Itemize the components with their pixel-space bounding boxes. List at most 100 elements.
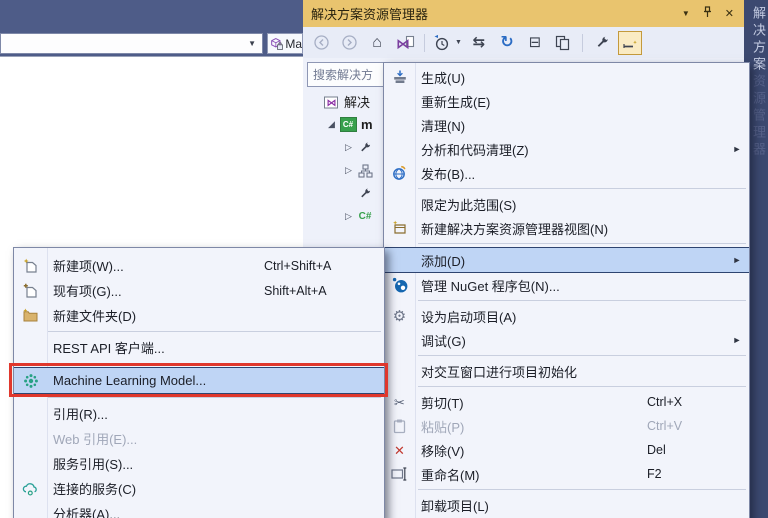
menu-item-cut[interactable]: ✂ 剪切(T) Ctrl+X: [384, 390, 749, 414]
menu-item-rename[interactable]: 重命名(M) F2: [384, 462, 749, 486]
menu-item-label: 设为启动项目(A): [421, 309, 517, 325]
menu-item-connected-service[interactable]: 连接的服务(C): [14, 476, 384, 501]
menu-item-label: 分析器(A)...: [53, 507, 121, 518]
chevron-down-icon: ▼: [455, 39, 462, 46]
menu-item-web-reference: Web 引用(E)...: [14, 426, 384, 451]
auto-hide-pin-button[interactable]: [702, 6, 713, 21]
menu-item-shortcut: Ctrl+V: [647, 419, 683, 433]
menu-item-initialize-project-in-interactive-window[interactable]: 对交互窗口进行项目初始化: [384, 359, 749, 383]
menu-separator: [418, 489, 746, 490]
menu-item-icon: ✂: [384, 396, 415, 409]
menu-item-label: Web 引用(E)...: [53, 432, 138, 447]
home-icon: ⌂: [372, 33, 382, 51]
menu-item-label: 对交互窗口进行项目初始化: [421, 364, 578, 380]
tree-item-label: m: [361, 117, 373, 132]
toolbar-collapse-all-button[interactable]: ⊟: [523, 31, 547, 55]
menu-item-service-reference[interactable]: 服务引用(S)...: [14, 451, 384, 476]
menu-item-icon: ✕: [384, 444, 415, 457]
menu-separator: [418, 300, 746, 301]
menu-item-analyzer[interactable]: 分析器(A)...: [14, 501, 384, 518]
menu-item-label: 新建项(W)...: [53, 259, 124, 274]
menu-item-paste: 粘贴(P) Ctrl+V: [384, 414, 749, 438]
menu-separator: [48, 397, 381, 398]
refresh-icon: ↻: [500, 33, 514, 51]
toolbar-back-button[interactable]: [309, 31, 333, 55]
menu-item-publish[interactable]: 发布(B)...: [384, 161, 749, 185]
menu-item-reference[interactable]: 引用(R)...: [14, 401, 384, 426]
toolbar-show-all-files-button[interactable]: [551, 31, 575, 55]
menu-item-new-solution-explorer-view[interactable]: 新建解决方案资源管理器视图(N): [384, 216, 749, 240]
toolbar-sync-with-active-document-button[interactable]: ⇆: [467, 31, 491, 55]
menu-item-icon: [384, 467, 415, 481]
close-button[interactable]: ✕: [725, 7, 734, 20]
menu-item-rebuild[interactable]: 重新生成(E): [384, 89, 749, 113]
menu-item-manage-nuget-packages[interactable]: 管理 NuGet 程序包(N)...: [384, 273, 749, 297]
toolbar-separator: [581, 33, 583, 52]
menu-item-rest-api-client[interactable]: REST API 客户端...: [14, 335, 384, 360]
toolbar-combobox[interactable]: ▼: [0, 33, 263, 54]
tree-item-icon: ⋈: [322, 95, 340, 109]
menu-item-scope-to-this[interactable]: 限定为此范围(S): [384, 192, 749, 216]
toolbar-switch-views-button[interactable]: ⋈: [393, 31, 417, 55]
menu-item-analyze-code-cleanup[interactable]: 分析和代码清理(Z) ►: [384, 137, 749, 161]
csharp-file-icon: C#: [358, 210, 372, 222]
menu-item-debug[interactable]: 调试(G) ►: [384, 328, 749, 352]
sync-icon: ⇆: [472, 34, 486, 51]
csharp-project-icon: C#: [339, 117, 357, 132]
solution-explorer-toolbar: ⌂ ⋈ ▼ ⇆ ↻ ⊟: [303, 27, 744, 58]
toolbar-home-button[interactable]: ⌂: [365, 31, 389, 55]
toolbar-preview-selected-items-button[interactable]: [617, 30, 642, 55]
tree-item-icon: C#: [356, 210, 374, 222]
toolbar-pending-changes-filter-button[interactable]: ▼: [432, 31, 463, 55]
menu-item-icon: [14, 482, 47, 496]
wrench-icon: [597, 36, 608, 47]
expander-collapsed-icon[interactable]: ▷: [341, 142, 356, 153]
toolbar-separator: [424, 33, 425, 52]
menu-separator: [418, 188, 746, 189]
menu-item-label: 引用(R)...: [53, 407, 108, 422]
menu-item-build[interactable]: 生成(U): [384, 65, 749, 89]
menu-item-label: 添加(D): [421, 253, 466, 269]
toolbar-forward-button[interactable]: [337, 31, 361, 55]
menu-separator: [418, 386, 746, 387]
wrench-icon: [361, 188, 371, 197]
menu-item-shortcut: Ctrl+Shift+A: [264, 258, 332, 273]
vs-ide-screenshot: ▼ Ma 解决方案资源管理器 ▼ ✕ ⌂ ⋈ ▼ ⇆ ↻ ⊟ 搜索解决方 ⋈ 解决 ◢ C# m ▷ ▷…: [0, 0, 768, 518]
menu-item-label: 服务引用(S)...: [53, 457, 134, 472]
toolbar-properties-button[interactable]: [590, 31, 614, 55]
menu-separator: [418, 243, 746, 244]
window-position-menu-button[interactable]: ▼: [682, 9, 690, 18]
menu-item-label: 剪切(T): [421, 395, 464, 411]
wrench-icon: [361, 142, 371, 151]
svg-text:⋈: ⋈: [396, 35, 410, 51]
menu-item-icon: ⚙: [384, 309, 415, 324]
build-icon: [393, 70, 406, 83]
menu-item-add[interactable]: 添加(D) ►: [384, 247, 749, 273]
menu-item-label: 移除(V): [421, 443, 465, 459]
tree-item-icon: [356, 187, 374, 201]
menu-item-clean[interactable]: 清理(N): [384, 113, 749, 137]
menu-item-icon: [14, 283, 47, 299]
chevron-down-icon: ▼: [248, 39, 256, 48]
show-all-files-icon: [555, 35, 570, 50]
menu-item-icon: [384, 418, 415, 434]
expander-collapsed-icon[interactable]: ▷: [341, 211, 356, 222]
toolbar-refresh-button[interactable]: ↻: [495, 31, 519, 55]
menu-item-label: 生成(U): [421, 70, 466, 86]
submenu-arrow-icon: ►: [732, 255, 742, 265]
menu-item-machine-learning-model[interactable]: Machine Learning Model...: [14, 367, 384, 394]
menu-item-label: 连接的服务(C): [53, 482, 137, 497]
expander-collapsed-icon[interactable]: ▷: [341, 165, 356, 176]
expander-expanded-icon[interactable]: ◢: [324, 119, 339, 130]
menu-item-existing-item[interactable]: 现有项(G)... Shift+Alt+A: [14, 278, 384, 303]
menu-item-unload-project[interactable]: 卸载项目(L): [384, 493, 749, 517]
menu-item-shortcut: F2: [647, 467, 662, 481]
menu-item-icon: [14, 373, 47, 389]
menu-item-new-item[interactable]: 新建项(W)... Ctrl+Shift+A: [14, 253, 384, 278]
menu-item-set-as-startup-project[interactable]: ⚙ 设为启动项目(A): [384, 304, 749, 328]
dependencies-icon: [357, 163, 373, 178]
menu-item-label: 调试(G): [421, 333, 466, 349]
menu-item-new-folder[interactable]: 新建文件夹(D): [14, 303, 384, 328]
menu-item-remove[interactable]: ✕ 移除(V) Del: [384, 438, 749, 462]
package-target-button[interactable]: Ma: [267, 33, 303, 54]
